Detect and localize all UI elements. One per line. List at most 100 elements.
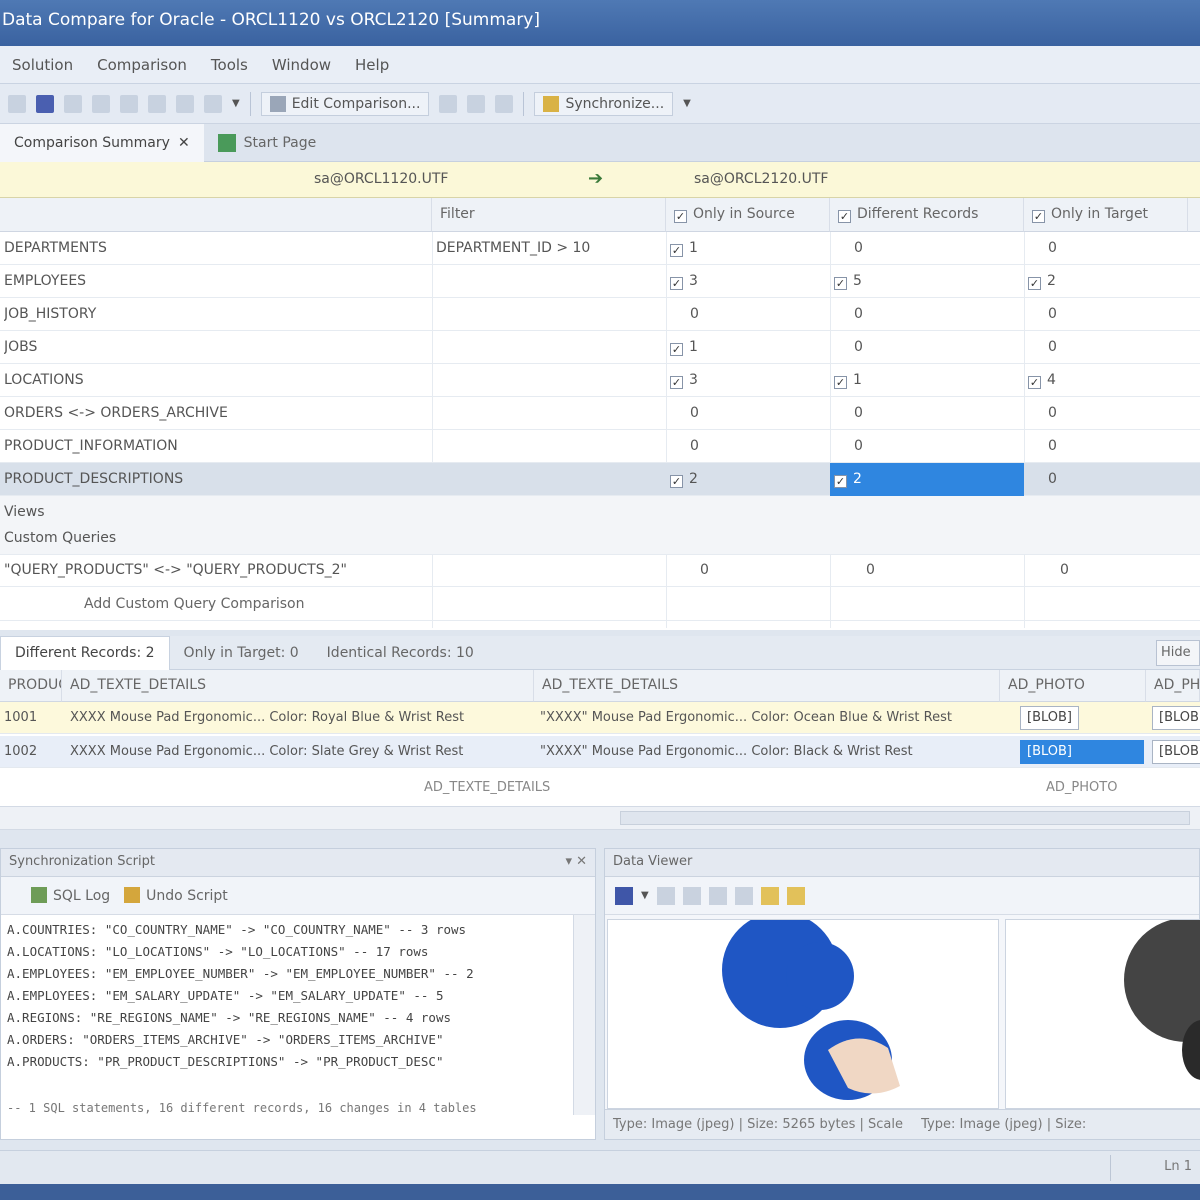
redo-icon[interactable] [204, 94, 222, 113]
edit-comparison-button[interactable]: Edit Comparison... [260, 91, 430, 116]
synchronize-button[interactable]: Synchronize... [534, 91, 674, 116]
pane-header: Data Viewer [605, 849, 1199, 877]
tab-only-in-target[interactable]: Only in Target: 0 [170, 636, 313, 670]
column-header-target-text[interactable]: AD_TEXTE_DETAILS [534, 670, 1000, 702]
vertical-scrollbar[interactable] [573, 915, 595, 1115]
undo-script-button[interactable]: Undo Script [124, 887, 228, 904]
pane-controls[interactable]: ▾ ✕ [565, 854, 587, 869]
checkbox[interactable]: ✓ [834, 475, 847, 488]
rotate-icon[interactable] [734, 886, 753, 905]
column-header-source-photo[interactable]: AD_PHOTO [1000, 670, 1146, 702]
tab-start-page[interactable]: Start Page [204, 124, 331, 162]
undo-icon[interactable] [176, 94, 194, 113]
open-icon[interactable] [64, 94, 82, 113]
column-header-target-photo[interactable]: AD_PHOTO [1146, 670, 1200, 702]
copy-icon[interactable] [120, 94, 138, 113]
filter-icon[interactable] [439, 94, 458, 113]
checkbox[interactable]: ✓ [670, 277, 683, 290]
chevron-down-icon[interactable]: ▼ [641, 890, 649, 901]
blob-cell[interactable]: [BLOB] [1152, 740, 1200, 764]
group-row-custom-queries[interactable]: Custom Queries [0, 522, 1200, 555]
table-row[interactable]: JOB_HISTORY 0 0 0 [0, 298, 1200, 331]
table-row[interactable]: 1002 XXXX Mouse Pad Ergonomic... Color: … [0, 736, 1200, 768]
table-row[interactable]: "QUERY_PRODUCTS" <-> "QUERY_PRODUCTS_2" … [0, 554, 1200, 587]
checkbox[interactable]: ✓ [674, 210, 687, 223]
object-name: DEPARTMENTS [4, 240, 107, 256]
menu-help[interactable]: Help [343, 56, 401, 74]
highlight-icon[interactable] [760, 886, 779, 905]
chevron-down-icon[interactable]: ▼ [232, 98, 240, 109]
menu-tools[interactable]: Tools [199, 56, 260, 74]
grid-icon[interactable] [786, 886, 805, 905]
menu-window[interactable]: Window [260, 56, 343, 74]
blob-cell[interactable]: [BLOB] [1020, 706, 1079, 730]
tab-comparison-summary[interactable]: Comparison Summary ✕ [0, 123, 204, 162]
scrollbar-thumb[interactable] [620, 811, 1190, 825]
filter-value[interactable]: DEPARTMENT_ID > 10 [436, 240, 660, 256]
horizontal-scrollbar[interactable] [0, 806, 1200, 830]
table-row[interactable]: PRODUCT_INFORMATION 0 0 0 [0, 430, 1200, 463]
checkbox[interactable]: ✓ [1028, 277, 1041, 290]
column-header-object[interactable] [0, 198, 432, 232]
table-row[interactable]: DEPARTMENTS DEPARTMENT_ID > 10 ✓ 1 0 0 [0, 232, 1200, 265]
add-query-link[interactable]: Add Custom Query Comparison [84, 596, 304, 612]
menu-comparison[interactable]: Comparison [85, 56, 199, 74]
column-header-source-text[interactable]: AD_TEXTE_DETAILS [62, 670, 534, 702]
checkbox[interactable]: ✓ [670, 475, 683, 488]
hide-button[interactable]: Hide [1156, 640, 1200, 666]
table-row[interactable]: JOBS ✓ 1 0 0 [0, 331, 1200, 364]
add-query-row[interactable]: Add Custom Query Comparison [0, 588, 1200, 621]
count-cell: 0 [854, 240, 863, 256]
column-header-only-target[interactable]: ✓ Only in Target [1024, 198, 1188, 232]
zoom-icon[interactable] [682, 886, 701, 905]
paste-icon[interactable] [148, 94, 166, 113]
copy-icon[interactable] [656, 886, 675, 905]
fit-icon[interactable] [708, 886, 727, 905]
new-icon[interactable] [8, 94, 26, 113]
report-icon[interactable] [495, 94, 514, 113]
tab-different-records[interactable]: Different Records: 2 [0, 635, 170, 670]
object-name: PRODUCT_DESCRIPTIONS [4, 471, 184, 487]
checkbox[interactable]: ✓ [838, 210, 851, 223]
close-icon[interactable]: ✕ [178, 135, 190, 151]
count-value: 0 [690, 306, 699, 322]
blob-cell-selected[interactable]: [BLOB] [1020, 740, 1144, 764]
save-icon[interactable] [615, 886, 633, 905]
tab-identical-records[interactable]: Identical Records: 10 [313, 636, 488, 670]
refresh-icon[interactable] [467, 94, 486, 113]
table-row[interactable]: LOCATIONS ✓ 3 ✓ 1 ✓ 4 [0, 364, 1200, 397]
checkbox[interactable]: ✓ [670, 244, 683, 257]
checkbox[interactable]: ✓ [834, 277, 847, 290]
pane-header: Synchronization Script ▾ ✕ [1, 849, 595, 877]
document-tabs: Comparison Summary ✕ Start Page [0, 123, 1200, 162]
sql-log-button[interactable]: SQL Log [31, 887, 110, 904]
table-row[interactable]: PRODUCT_DESCRIPTIONS ✓ 2 ✓ 2 0 [0, 463, 1200, 496]
count-value: 0 [1048, 471, 1057, 487]
save-icon[interactable] [36, 94, 54, 113]
source-connection: sa@ORCL1120.UTF [314, 171, 449, 187]
main-toolbar: ▼ Edit Comparison... Synchronize... ▼ [0, 84, 1200, 124]
count-cell: 0 [854, 306, 863, 322]
column-header-only-source[interactable]: ✓ Only in Source [666, 198, 830, 232]
column-header-different[interactable]: ✓ Different Records [830, 198, 1024, 232]
cut-icon[interactable] [92, 94, 110, 113]
comparison-header: sa@ORCL1120.UTF ➔ sa@ORCL2120.UTF [0, 162, 1200, 198]
chevron-down-icon[interactable]: ▼ [683, 98, 691, 109]
count-cell: ✓ 3 [670, 273, 698, 290]
table-row[interactable]: 1001 XXXX Mouse Pad Ergonomic... Color: … [0, 702, 1200, 734]
column-header-filter[interactable]: Filter [432, 198, 666, 232]
blob-cell[interactable]: [BLOB] [1152, 706, 1200, 730]
script-editor[interactable]: A.COUNTRIES: "CO_COUNTRY_NAME" -> "CO_CO… [1, 915, 595, 1095]
checkbox[interactable]: ✓ [834, 376, 847, 389]
checkbox[interactable]: ✓ [1032, 210, 1045, 223]
window-border [0, 1184, 1200, 1200]
menu-solution[interactable]: Solution [0, 56, 85, 74]
checkbox[interactable]: ✓ [670, 376, 683, 389]
table-row[interactable]: EMPLOYEES ✓ 3 ✓ 5 ✓ 2 [0, 265, 1200, 298]
checkbox[interactable]: ✓ [670, 343, 683, 356]
data-viewer-pane: Data Viewer ▼ Type: Image (jpeg) | Size:… [604, 848, 1200, 1140]
table-row[interactable]: ORDERS <-> ORDERS_ARCHIVE 0 0 0 [0, 397, 1200, 430]
column-header-product-id[interactable]: PRODUCT_ID [0, 670, 62, 702]
log-icon [31, 887, 47, 903]
checkbox[interactable]: ✓ [1028, 376, 1041, 389]
